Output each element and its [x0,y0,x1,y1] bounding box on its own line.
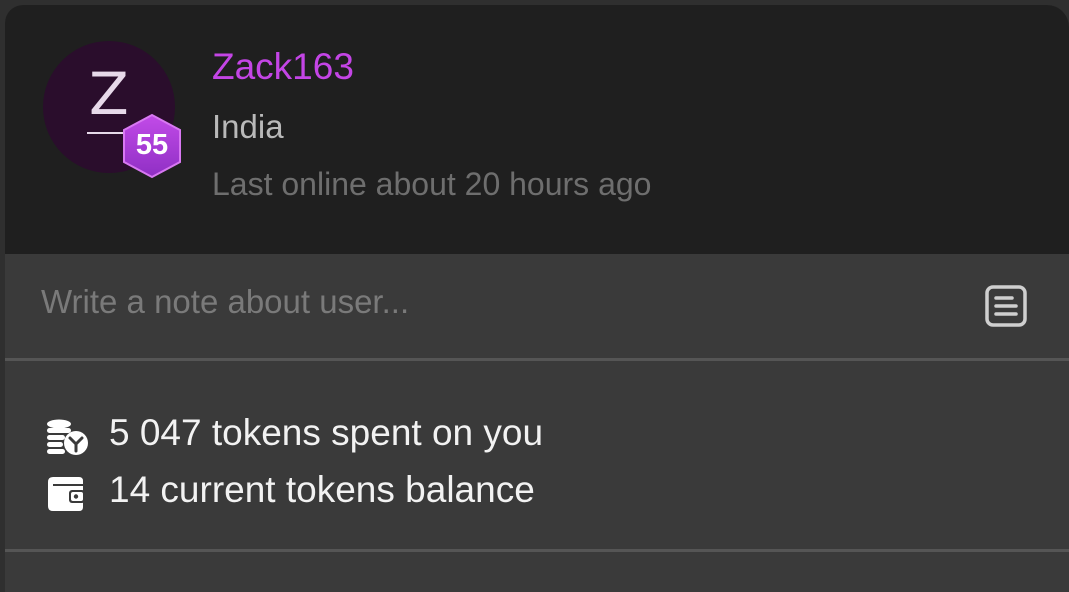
user-card: Z 55 Zack163 India Last online about 20 … [5,5,1069,592]
user-header: Z 55 Zack163 India Last online about 20 … [5,5,1069,254]
country: India [212,108,284,145]
tokens-spent-text: 5 047 tokens spent on you [109,412,544,453]
user-note-input[interactable] [41,276,941,328]
level-number: 55 [135,129,169,161]
footer-section [5,555,1069,592]
wallet-icon [48,477,85,511]
page-frame: Z 55 Zack163 India Last online about 20 … [0,0,1069,592]
token-stats: 5 047 tokens spent on you 14 current tok… [5,361,1069,551]
coins-spent-icon [47,419,88,455]
last-online-status: Last online about 20 hours ago [212,166,652,202]
note-section [5,254,1069,358]
tokens-balance-text: 14 current tokens balance [109,469,535,510]
divider [5,549,1069,552]
level-badge: 55 [121,113,183,179]
username[interactable]: Zack163 [212,46,354,88]
note-icon[interactable] [984,284,1028,328]
